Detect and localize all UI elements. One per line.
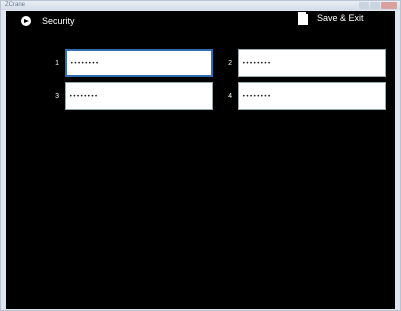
field-row-2: 2 [218, 49, 386, 77]
password-field-1[interactable] [65, 49, 213, 77]
field-index: 1 [55, 59, 59, 67]
window-controls [359, 2, 397, 9]
title-bar: ZCrane [1, 1, 400, 10]
save-exit-button[interactable]: Save & Exit [298, 12, 364, 25]
exit-door-icon [298, 12, 309, 25]
field-index: 3 [55, 92, 59, 100]
password-field-2[interactable] [238, 49, 386, 77]
minimize-icon[interactable] [359, 2, 369, 9]
page-title: Security [42, 16, 75, 26]
save-exit-label: Save & Exit [317, 13, 364, 23]
close-icon[interactable] [381, 2, 397, 9]
field-index: 4 [228, 92, 232, 100]
field-index: 2 [228, 59, 232, 67]
window-title: ZCrane [5, 2, 26, 8]
password-field-3[interactable] [65, 82, 213, 110]
field-row-1: 1 [45, 49, 213, 77]
field-row-4: 4 [218, 82, 386, 110]
field-row-3: 3 [45, 82, 213, 110]
app-window: ZCrane [0, 0, 401, 311]
back-button[interactable]: Security [21, 15, 75, 27]
back-arrow-icon [21, 16, 31, 26]
maximize-icon[interactable] [370, 2, 380, 9]
password-field-4[interactable] [238, 82, 386, 110]
